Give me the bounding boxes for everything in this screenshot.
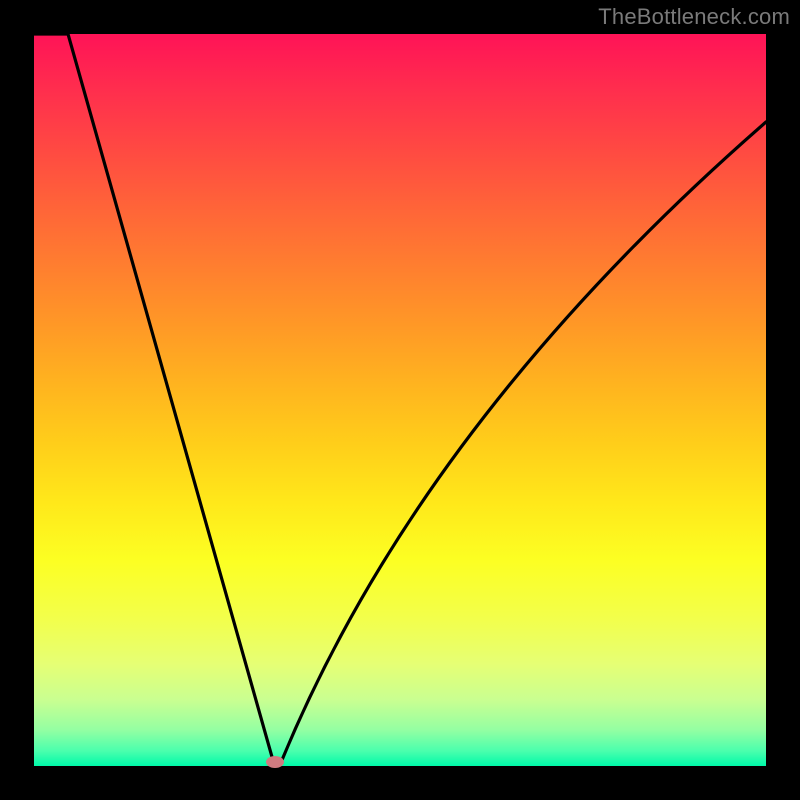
attribution-text: TheBottleneck.com xyxy=(598,4,790,30)
curve-path xyxy=(34,34,766,765)
bottleneck-curve xyxy=(34,34,766,766)
optimal-point-marker xyxy=(266,756,284,768)
plot-area xyxy=(34,34,766,766)
chart-frame: TheBottleneck.com xyxy=(0,0,800,800)
